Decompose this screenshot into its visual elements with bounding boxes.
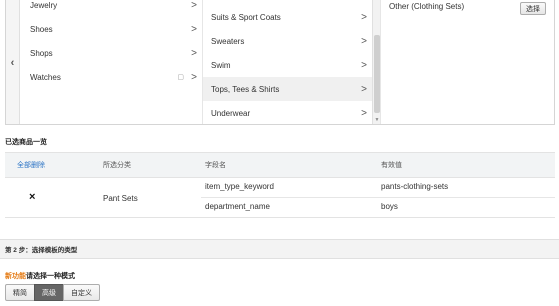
chevron-right-icon: > bbox=[361, 59, 367, 71]
chevron-right-icon: > bbox=[361, 35, 367, 47]
field-name: department_name bbox=[205, 202, 270, 211]
chevron-right-icon: > bbox=[191, 0, 197, 11]
category-item-suits-sport-coats[interactable]: Suits & Sport Coats > bbox=[203, 5, 372, 29]
category-item-underwear[interactable]: Underwear > bbox=[203, 101, 372, 124]
chevron-left-icon: ‹ bbox=[10, 56, 15, 69]
category-item-shops[interactable]: Shops > bbox=[22, 41, 202, 65]
field-value: pants-clothing-sets bbox=[381, 182, 449, 191]
category-item-jewelry[interactable]: Jewelry > bbox=[22, 0, 202, 17]
step-2-title: 第 2 步：选择模板的类型 bbox=[5, 247, 78, 254]
category-item-swim[interactable]: Swim > bbox=[203, 53, 372, 77]
row-divider bbox=[5, 217, 555, 218]
field-value: boys bbox=[381, 202, 398, 211]
template-mode-selector: 精简 高级 自定义 bbox=[5, 284, 100, 301]
chevron-right-icon: > bbox=[361, 83, 367, 95]
table-header: 全部删除 所选分类 字段名 有效值 bbox=[5, 153, 555, 178]
category-item-label: Sweaters bbox=[211, 36, 245, 46]
step-2-header: 第 2 步：选择模板的类型 bbox=[0, 239, 559, 259]
mode-button-simple[interactable]: 精简 bbox=[5, 284, 35, 301]
category-item-label: Watches bbox=[30, 72, 61, 82]
category-column-1: Jewelry > Shoes > Shops > Watches ▢ > bbox=[22, 0, 202, 124]
category-scrollbar[interactable]: ▼ bbox=[372, 0, 380, 124]
category-item-label: Shoes bbox=[30, 24, 53, 34]
table-row: × Pant Sets item_type_keyword pants-clot… bbox=[5, 178, 555, 218]
back-arrow-button[interactable]: ‹ bbox=[6, 0, 20, 124]
chevron-right-icon: > bbox=[361, 11, 367, 23]
category-item-sweaters[interactable]: Sweaters > bbox=[203, 29, 372, 53]
chevron-right-icon: > bbox=[361, 107, 367, 119]
column-header-field: 字段名 bbox=[205, 162, 226, 169]
mode-button-advanced[interactable]: 高级 bbox=[34, 284, 64, 301]
mode-button-custom[interactable]: 自定义 bbox=[63, 284, 100, 301]
category-item-label: Suits & Sport Coats bbox=[211, 12, 281, 22]
new-feature-prompt: 新功能请选择一种模式 bbox=[5, 271, 75, 281]
select-category-button[interactable]: 选择 bbox=[520, 2, 546, 15]
leaf-category-label: Other (Clothing Sets) bbox=[389, 2, 465, 11]
lock-icon: ▢ bbox=[177, 74, 184, 81]
category-item-watches[interactable]: Watches ▢ > bbox=[22, 65, 202, 89]
category-item-label: Shops bbox=[30, 48, 53, 58]
remove-row-icon[interactable]: × bbox=[29, 191, 35, 203]
remove-all-link[interactable]: 全部删除 bbox=[17, 160, 45, 170]
category-browser: ‹ Jewelry > Shoes > Shops > Watches ▢ > … bbox=[5, 0, 555, 125]
category-item-label: Jewelry bbox=[30, 0, 58, 10]
new-feature-text: 请选择一种模式 bbox=[26, 273, 75, 280]
new-feature-tag: 新功能 bbox=[5, 273, 26, 280]
category-item-label: Underwear bbox=[211, 108, 251, 118]
category-column-2: Suits & Sport Coats > Sweaters > Swim > … bbox=[202, 0, 372, 124]
category-item-label: Swim bbox=[211, 60, 231, 70]
category-item-tops-tees-shirts[interactable]: Tops, Tees & Shirts > bbox=[203, 77, 372, 101]
category-item-shoes[interactable]: Shoes > bbox=[22, 17, 202, 41]
column-header-value: 有效值 bbox=[381, 162, 402, 169]
field-name: item_type_keyword bbox=[205, 182, 274, 191]
selected-items-table: 全部删除 所选分类 字段名 有效值 × Pant Sets item_type_… bbox=[5, 152, 555, 218]
column-header-category: 所选分类 bbox=[103, 162, 131, 169]
chevron-right-icon: > bbox=[191, 71, 197, 83]
chevron-right-icon: > bbox=[191, 23, 197, 35]
selected-items-title: 已选商品一览 bbox=[5, 139, 47, 146]
category-column-3: Other (Clothing Sets) 选择 bbox=[380, 0, 554, 124]
row-divider bbox=[201, 197, 555, 198]
chevron-right-icon: > bbox=[191, 47, 197, 59]
row-category: Pant Sets bbox=[103, 194, 138, 203]
category-item-label: Tops, Tees & Shirts bbox=[211, 84, 280, 94]
